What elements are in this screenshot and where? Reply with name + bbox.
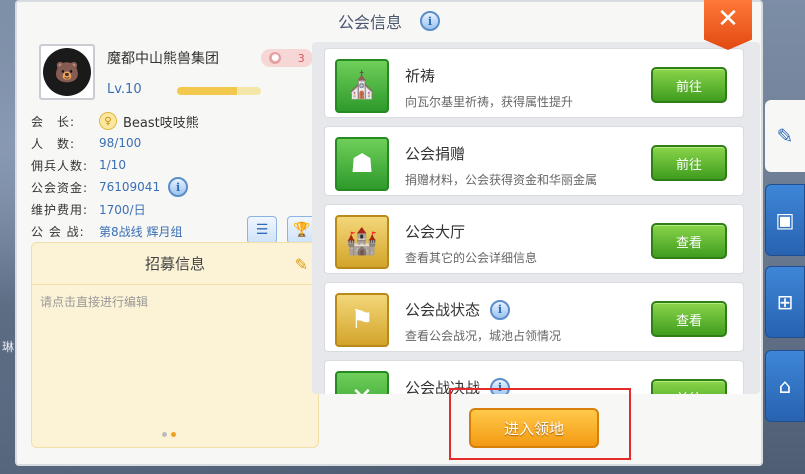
page-dot-active — [171, 432, 176, 437]
stat-funds: 公会资金: 76109041 i — [31, 176, 321, 198]
stat-label: 人 数: — [31, 136, 76, 151]
stat-value: 第8战线 辉月组 — [99, 224, 183, 239]
page-dots — [162, 432, 176, 437]
close-icon: ✕ — [717, 4, 739, 34]
badge-icon: ● — [269, 52, 282, 64]
trophy-icon: 🏆 — [293, 222, 311, 238]
guild-name: 魔都中山熊兽集团 — [107, 51, 219, 67]
stat-value: 76109041 — [99, 180, 161, 194]
edit-icon: ✎ — [776, 124, 794, 148]
shrine-icon: ⊞ — [776, 290, 794, 314]
stat-leader: 会 长: ♀ Beast吱吱熊 — [31, 110, 321, 132]
level-progress-bar — [177, 87, 261, 95]
window-title: 公会信息 — [337, 13, 402, 32]
item-title: 公会战状态 i — [405, 299, 511, 320]
list-item-donate: ☗ 公会捐赠 捐赠材料，公会获得资金和华丽金属 前往 — [324, 126, 744, 196]
stat-label: 维护费用: — [31, 202, 89, 217]
item-desc: 查看其它的公会详细信息 — [405, 251, 538, 265]
recruit-placeholder[interactable]: 请点击直接进行编辑 — [32, 285, 318, 318]
prayer-icon: ⛪ — [335, 59, 389, 113]
donate-icon: ☗ — [335, 137, 389, 191]
badge-count: 3 — [297, 51, 305, 65]
edit-icon[interactable]: ✎ — [295, 255, 308, 274]
highlight-box — [449, 388, 631, 460]
stat-label: 公会资金: — [31, 180, 89, 195]
donate-go-button[interactable]: 前往 — [651, 145, 727, 181]
list-item-hall: 🏰 公会大厅 查看其它的公会详细信息 查看 — [324, 204, 744, 274]
contacts-icon: ▣ — [775, 208, 795, 232]
guild-profile-panel: 🐻 魔都中山熊兽集团 ● 3 Lv.10 会 长: ♀ Beast吱吱熊 人 数… — [31, 40, 321, 448]
prayer-go-button[interactable]: 前往 — [651, 67, 727, 103]
guild-level: Lv.10 — [107, 82, 142, 97]
guild-header: 🐻 魔都中山熊兽集团 ● 3 Lv.10 — [31, 40, 321, 102]
stat-members: 人 数: 98/100 — [31, 132, 321, 154]
war-status-info-icon[interactable]: i — [490, 299, 511, 320]
stat-label: 公 会 战: — [31, 224, 85, 239]
item-desc: 捐赠材料，公会获得资金和华丽金属 — [405, 173, 598, 187]
side-tab-shrine[interactable]: ⊞ — [765, 266, 805, 338]
bear-icon: 🐻 — [43, 48, 91, 96]
stat-mercenaries: 佣兵人数: 1/10 — [31, 154, 321, 176]
stat-value: 1700/日 — [99, 202, 146, 217]
recruit-panel[interactable]: 招募信息 ✎ 请点击直接进行编辑 — [31, 242, 319, 448]
guild-actions-list[interactable]: ⛪ 祈祷 向瓦尔基里祈祷，获得属性提升 前往 ☗ 公会捐赠 捐赠材料，公会获得资… — [312, 42, 760, 394]
recruit-title: 招募信息 — [32, 243, 318, 285]
stat-label: 会 长: — [31, 114, 76, 129]
list-icon: ☰ — [255, 222, 269, 238]
hall-view-button[interactable]: 查看 — [651, 223, 727, 259]
item-desc: 向瓦尔基里祈祷，获得属性提升 — [405, 95, 574, 109]
side-tab-home[interactable]: ⌂ — [765, 350, 805, 422]
page-dot — [162, 432, 167, 437]
key-icon: ♀ — [99, 112, 117, 130]
item-desc: 查看公会战况，城池占领情况 — [405, 329, 562, 343]
stat-guild-war: 公 会 战: 第8战线 辉月组 ☰ 🏆 — [31, 216, 321, 244]
fortress-icon: ⚑ — [335, 293, 389, 347]
list-item-war-status: ⚑ 公会战状态 i 查看公会战况，城池占领情况 查看 — [324, 282, 744, 352]
item-title: 祈祷 — [405, 67, 436, 85]
funds-info-icon[interactable]: i — [168, 177, 189, 197]
window-title-bar: 公会信息 i — [17, 2, 761, 40]
guild-badge: ● 3 — [261, 49, 313, 67]
war-status-view-button[interactable]: 查看 — [651, 301, 727, 337]
item-title: 公会捐赠 — [405, 145, 466, 163]
side-tab-edit[interactable]: ✎ — [765, 100, 805, 172]
list-item-prayer: ⛪ 祈祷 向瓦尔基里祈祷，获得属性提升 前往 — [324, 48, 744, 118]
background-text: 琳 — [2, 340, 15, 354]
stat-value: 98/100 — [99, 136, 142, 150]
battle-icon: ✕ — [335, 371, 389, 394]
home-icon: ⌂ — [778, 374, 792, 398]
close-button[interactable]: ✕ — [704, 0, 752, 50]
level-progress-fill — [177, 87, 238, 95]
guild-stats: 会 长: ♀ Beast吱吱熊 人 数: 98/100 佣兵人数: 1/10 公… — [31, 110, 321, 244]
castle-icon: 🏰 — [335, 215, 389, 269]
leader-name[interactable]: Beast吱吱熊 — [123, 112, 199, 131]
side-tab-contacts[interactable]: ▣ — [765, 184, 805, 256]
stat-label: 佣兵人数: — [31, 158, 89, 173]
item-title: 公会大厅 — [405, 223, 466, 241]
stat-upkeep: 维护费用: 1700/日 — [31, 198, 321, 220]
guild-info-window: 公会信息 i 🐻 魔都中山熊兽集团 ● 3 Lv.10 会 长: ♀ Beast… — [15, 0, 763, 466]
title-info-icon[interactable]: i — [420, 11, 440, 31]
war-final-go-button[interactable]: 前往 — [651, 379, 727, 394]
guild-emblem[interactable]: 🐻 — [39, 44, 95, 100]
stat-value: 1/10 — [99, 158, 126, 172]
list-button[interactable]: ☰ — [247, 216, 277, 244]
